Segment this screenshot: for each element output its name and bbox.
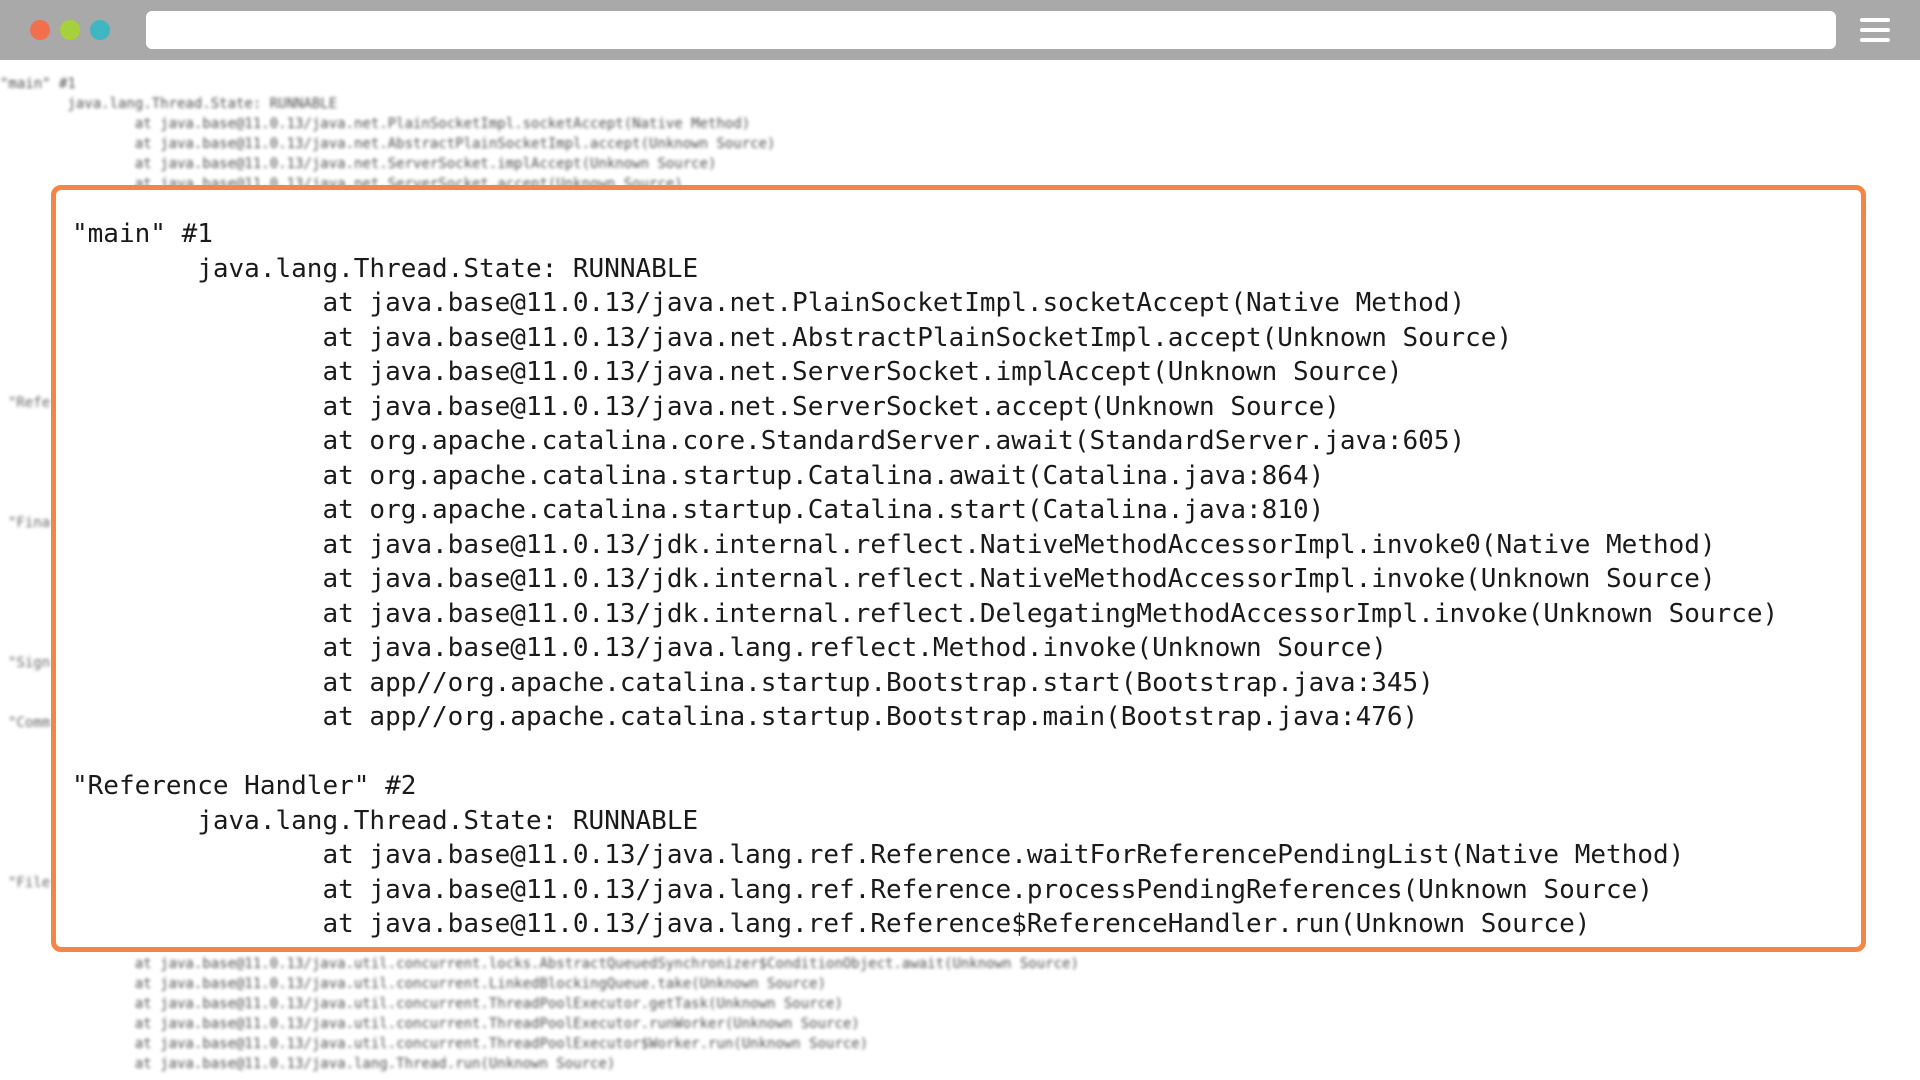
stack-frame-line: at java.base@11.0.13/jdk.internal.reflec… xyxy=(72,564,1716,594)
background-dump-line: at java.base@11.0.13/java.util.concurren… xyxy=(0,996,843,1012)
stack-frame-line: at java.base@11.0.13/jdk.internal.reflec… xyxy=(72,529,1716,560)
stack-frame-line: at org.apache.catalina.startup.Catalina.… xyxy=(72,495,1325,525)
background-dump-line: at java.base@11.0.13/java.net.PlainSocke… xyxy=(0,116,751,132)
stack-frame-line: at java.base@11.0.13/java.lang.ref.Refer… xyxy=(72,874,1653,905)
hamburger-menu-icon[interactable] xyxy=(1860,16,1890,44)
stack-frame-line: at java.base@11.0.13/java.net.ServerSock… xyxy=(72,357,1403,387)
background-side-label: "Refe xyxy=(8,395,51,411)
background-dump-line: java.lang.Thread.State: RUNNABLE xyxy=(0,96,338,112)
background-dump-line: at java.base@11.0.13/java.util.concurren… xyxy=(0,1036,869,1052)
stack-frame-line: at java.base@11.0.13/java.lang.ref.Refer… xyxy=(72,840,1685,870)
background-dump-line: at java.base@11.0.13/java.lang.Thread.ru… xyxy=(0,1056,616,1072)
stack-frame-line: at java.base@11.0.13/java.lang.reflect.M… xyxy=(72,633,1387,663)
stack-frame-line: at org.apache.catalina.core.StandardServ… xyxy=(72,426,1466,456)
background-side-label: "Sign xyxy=(8,655,51,671)
background-dump-line: "main" #1 xyxy=(0,76,76,92)
thread-header-reference-handler: "Reference Handler" #2 xyxy=(72,771,417,801)
background-dump-line: at java.base@11.0.13/java.util.concurren… xyxy=(0,1016,860,1032)
background-dump-line: at java.base@11.0.13/java.net.AbstractPl… xyxy=(0,136,776,152)
thread-state-line: java.lang.Thread.State: RUNNABLE xyxy=(72,253,699,284)
stack-frame-line: at java.base@11.0.13/java.net.PlainSocke… xyxy=(72,288,1466,318)
stack-frame-line: at org.apache.catalina.startup.Catalina.… xyxy=(72,460,1325,491)
stack-frame-line: at java.base@11.0.13/java.lang.ref.Refer… xyxy=(72,909,1591,939)
thread-state-line: java.lang.Thread.State: RUNNABLE xyxy=(72,805,699,836)
background-side-label: "File xyxy=(8,875,51,891)
background-side-label: "Fina xyxy=(8,515,51,531)
highlighted-thread-dump-panel: "main" #1 java.lang.Thread.State: RUNNAB… xyxy=(51,185,1866,952)
background-dump-line: at java.base@11.0.13/java.net.ServerSock… xyxy=(0,156,717,172)
thread-dump-code: "main" #1 java.lang.Thread.State: RUNNAB… xyxy=(72,217,1778,942)
background-dump-line: at java.base@11.0.13/java.util.concurren… xyxy=(0,976,827,992)
stack-frame-line: at app//org.apache.catalina.startup.Boot… xyxy=(72,667,1434,698)
stack-frame-line: at java.base@11.0.13/jdk.internal.reflec… xyxy=(72,598,1779,629)
address-bar-input[interactable] xyxy=(146,11,1836,49)
background-side-label: "Comm xyxy=(8,715,51,731)
background-dump-line: at java.base@11.0.13/java.util.concurren… xyxy=(0,956,1079,972)
close-dot-icon[interactable] xyxy=(30,20,50,40)
minimize-dot-icon[interactable] xyxy=(60,20,80,40)
browser-toolbar xyxy=(0,0,1920,60)
maximize-dot-icon[interactable] xyxy=(90,20,110,40)
thread-header-main: "main" #1 xyxy=(72,219,213,249)
stack-frame-line: at app//org.apache.catalina.startup.Boot… xyxy=(72,702,1419,732)
stack-frame-line: at java.base@11.0.13/java.net.ServerSock… xyxy=(72,391,1340,422)
stack-frame-line: at java.base@11.0.13/java.net.AbstractPl… xyxy=(72,322,1513,353)
